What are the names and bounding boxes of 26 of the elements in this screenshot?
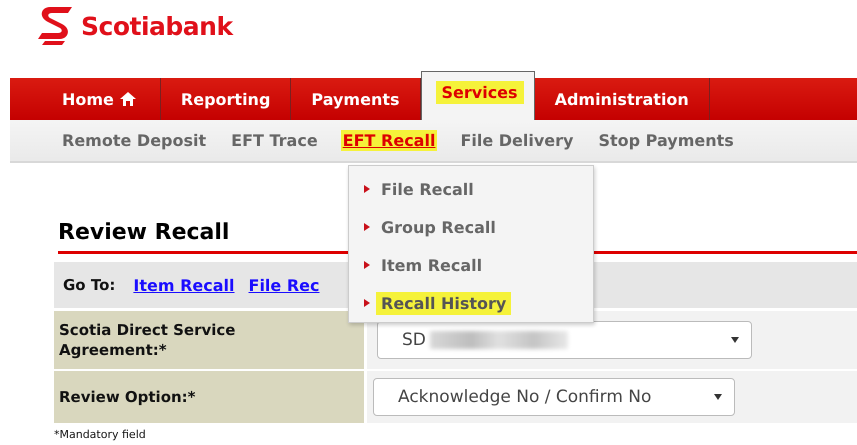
triangle-icon xyxy=(364,299,370,307)
menu-item[interactable]: Recall History xyxy=(376,292,512,314)
subnav-link[interactable]: EFT Recall xyxy=(340,130,438,151)
triangle-icon xyxy=(364,185,370,193)
triangle-icon xyxy=(364,261,370,269)
goto-label: Go To: xyxy=(63,276,116,294)
mandatory-note: *Mandatory field xyxy=(54,428,147,441)
subnav-link[interactable]: File Delivery xyxy=(460,131,574,150)
subnav-link[interactable]: EFT Trace xyxy=(231,131,318,150)
triangle-icon xyxy=(364,223,370,231)
field-label: Scotia Direct Service Agreement:* xyxy=(54,311,364,369)
caret-icon xyxy=(731,337,739,343)
nav-tab[interactable]: Services xyxy=(420,71,535,120)
menu-item[interactable]: File Recall xyxy=(376,178,479,200)
subnav-link[interactable]: Stop Payments xyxy=(598,131,734,150)
select-field[interactable]: SD xyxy=(377,321,752,359)
goto-link[interactable]: Item Recall xyxy=(133,276,235,294)
logo-icon xyxy=(38,7,72,45)
caret-icon xyxy=(714,394,722,400)
goto-link[interactable]: File Rec xyxy=(248,276,320,294)
field-label: Review Option:* xyxy=(54,371,364,423)
select-field[interactable]: Acknowledge No / Confirm No xyxy=(373,378,735,416)
logo-text: Scotiabank xyxy=(81,12,233,40)
menu-item[interactable]: Item Recall xyxy=(376,254,488,276)
subnav-link[interactable]: Remote Deposit xyxy=(62,131,206,150)
home-icon xyxy=(120,92,136,106)
